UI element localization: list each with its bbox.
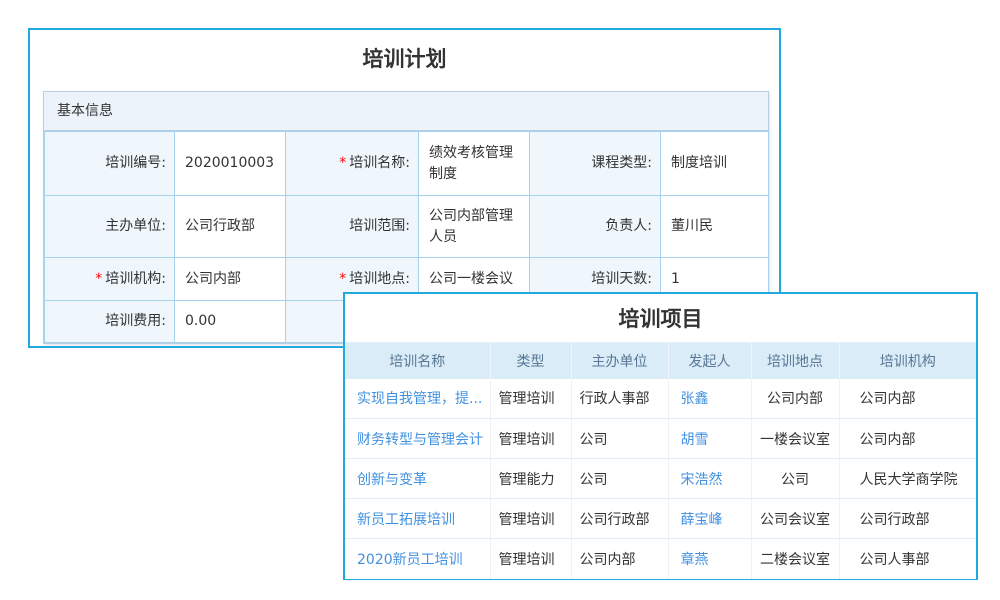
- table-header-row: 培训名称 类型 主办单位 发起人 培训地点 培训机构: [345, 343, 976, 379]
- project-name-link[interactable]: 财务转型与管理会计: [357, 432, 483, 448]
- label-training-name: *培训名称:: [286, 132, 419, 196]
- col-header-organizer: 主办单位: [571, 343, 668, 379]
- label-text: 培训费用:: [105, 313, 166, 329]
- project-name-link[interactable]: 实现自我管理，提...: [357, 391, 482, 407]
- cell-initiator: 宋浩然: [668, 459, 751, 499]
- cell-type: 管理培训: [490, 499, 571, 539]
- initiator-link[interactable]: 宋浩然: [681, 472, 723, 488]
- cell-place: 二楼会议室: [751, 539, 839, 579]
- cell-institution: 人民大学商学院: [839, 459, 976, 499]
- required-mark: *: [95, 271, 102, 287]
- value-course-type: 制度培训: [661, 132, 769, 196]
- label-text: 课程类型:: [591, 155, 652, 171]
- col-header-type: 类型: [490, 343, 571, 379]
- cell-institution: 公司人事部: [839, 539, 976, 579]
- project-name-link[interactable]: 创新与变革: [357, 472, 427, 488]
- initiator-link[interactable]: 张鑫: [681, 391, 709, 407]
- table-row[interactable]: 财务转型与管理会计 管理培训 公司 胡雪 一楼会议室 公司内部: [345, 419, 976, 459]
- project-name-link[interactable]: 新员工拓展培训: [357, 512, 455, 528]
- label-text: 主办单位:: [105, 218, 166, 234]
- training-projects-table: 培训名称 类型 主办单位 发起人 培训地点 培训机构 实现自我管理，提... 管…: [345, 342, 976, 579]
- label-text: 负责人:: [605, 218, 652, 234]
- label-text: 培训范围:: [349, 218, 410, 234]
- cell-type: 管理培训: [490, 379, 571, 419]
- required-mark: *: [339, 271, 346, 287]
- cell-place: 公司会议室: [751, 499, 839, 539]
- cell-initiator: 胡雪: [668, 419, 751, 459]
- cell-training-name: 新员工拓展培训: [345, 499, 490, 539]
- cell-type: 管理培训: [490, 419, 571, 459]
- cell-place: 公司内部: [751, 379, 839, 419]
- cell-organizer: 公司行政部: [571, 499, 668, 539]
- label-manager: 负责人:: [530, 196, 661, 258]
- initiator-link[interactable]: 胡雪: [681, 432, 709, 448]
- cell-type: 管理能力: [490, 459, 571, 499]
- training-projects-panel: 培训项目 培训名称 类型 主办单位 发起人 培训地点 培训机构 实现自我管理，提…: [343, 292, 978, 580]
- cell-institution: 公司内部: [839, 379, 976, 419]
- form-row-1: 培训编号: 2020010003 *培训名称: 绩效考核管理制度 课程类型: 制…: [45, 132, 769, 196]
- cell-place: 一楼会议室: [751, 419, 839, 459]
- col-header-training-name: 培训名称: [345, 343, 490, 379]
- label-training-institution: *培训机构:: [45, 258, 175, 301]
- label-text: 培训天数:: [591, 271, 652, 287]
- label-text: 培训机构:: [105, 271, 166, 287]
- label-text: 培训地点:: [349, 271, 410, 287]
- value-training-code: 2020010003: [175, 132, 286, 196]
- cell-training-name: 创新与变革: [345, 459, 490, 499]
- basic-info-section-header: 基本信息: [44, 92, 768, 131]
- initiator-link[interactable]: 薛宝峰: [681, 512, 723, 528]
- cell-initiator: 张鑫: [668, 379, 751, 419]
- cell-training-name: 实现自我管理，提...: [345, 379, 490, 419]
- label-organizer: 主办单位:: [45, 196, 175, 258]
- cell-initiator: 章燕: [668, 539, 751, 579]
- project-name-link[interactable]: 2020新员工培训: [357, 552, 463, 568]
- label-training-code: 培训编号:: [45, 132, 175, 196]
- training-projects-title: 培训项目: [345, 294, 976, 342]
- required-mark: *: [339, 155, 346, 171]
- cell-training-name: 财务转型与管理会计: [345, 419, 490, 459]
- initiator-link[interactable]: 章燕: [681, 552, 709, 568]
- cell-institution: 公司内部: [839, 419, 976, 459]
- table-row[interactable]: 创新与变革 管理能力 公司 宋浩然 公司 人民大学商学院: [345, 459, 976, 499]
- form-row-2: 主办单位: 公司行政部 培训范围: 公司内部管理人员 负责人: 董川民: [45, 196, 769, 258]
- value-training-name: 绩效考核管理制度: [419, 132, 530, 196]
- table-row[interactable]: 新员工拓展培训 管理培训 公司行政部 薛宝峰 公司会议室 公司行政部: [345, 499, 976, 539]
- col-header-institution: 培训机构: [839, 343, 976, 379]
- value-organizer: 公司行政部: [175, 196, 286, 258]
- value-training-fee: 0.00: [175, 301, 286, 343]
- value-manager: 董川民: [661, 196, 769, 258]
- cell-organizer: 公司: [571, 419, 668, 459]
- value-training-institution: 公司内部: [175, 258, 286, 301]
- label-course-type: 课程类型:: [530, 132, 661, 196]
- value-training-scope: 公司内部管理人员: [419, 196, 530, 258]
- label-text: 培训编号:: [105, 155, 166, 171]
- cell-initiator: 薛宝峰: [668, 499, 751, 539]
- label-training-scope: 培训范围:: [286, 196, 419, 258]
- label-training-fee: 培训费用:: [45, 301, 175, 343]
- cell-type: 管理培训: [490, 539, 571, 579]
- cell-organizer: 公司内部: [571, 539, 668, 579]
- cell-organizer: 行政人事部: [571, 379, 668, 419]
- cell-training-name: 2020新员工培训: [345, 539, 490, 579]
- label-text: 培训名称:: [349, 155, 410, 171]
- table-row[interactable]: 2020新员工培训 管理培训 公司内部 章燕 二楼会议室 公司人事部: [345, 539, 976, 579]
- col-header-initiator: 发起人: [668, 343, 751, 379]
- table-row[interactable]: 实现自我管理，提... 管理培训 行政人事部 张鑫 公司内部 公司内部: [345, 379, 976, 419]
- col-header-place: 培训地点: [751, 343, 839, 379]
- cell-organizer: 公司: [571, 459, 668, 499]
- cell-place: 公司: [751, 459, 839, 499]
- cell-institution: 公司行政部: [839, 499, 976, 539]
- training-plan-title: 培训计划: [30, 30, 779, 82]
